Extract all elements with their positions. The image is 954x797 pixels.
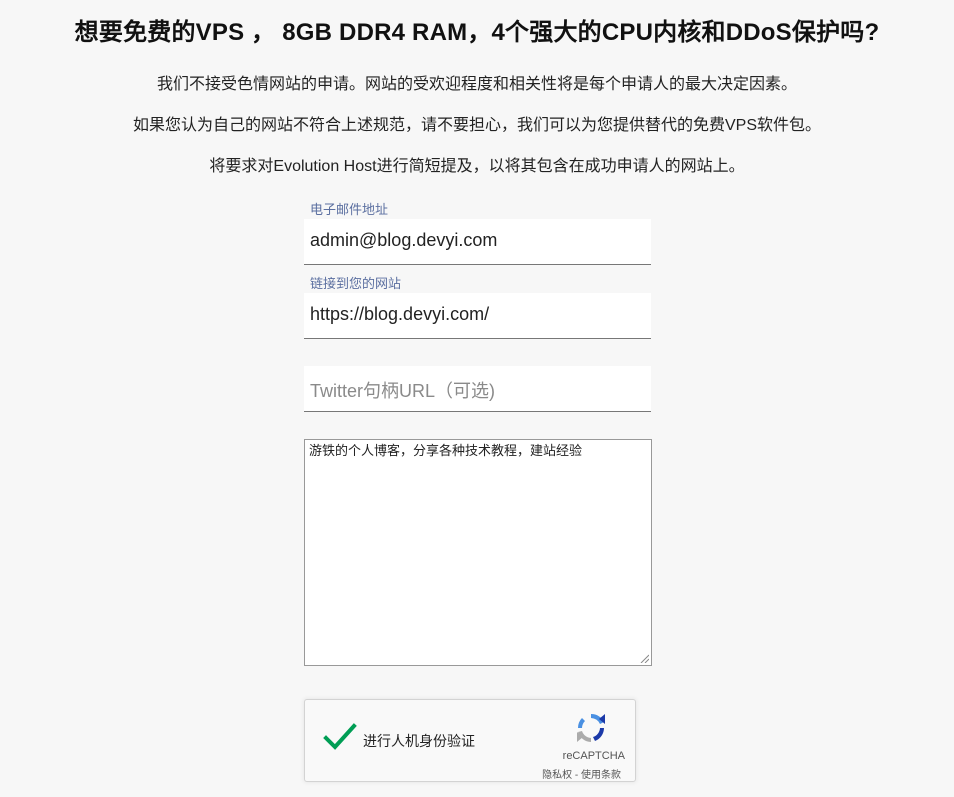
- page-title: 想要免费的VPS ， 8GB DDR4 RAM，4个强大的CPU内核和DDoS保…: [74, 19, 880, 46]
- website-field[interactable]: https://blog.devyi.com/: [304, 293, 651, 339]
- website-value: https://blog.devyi.com/: [310, 304, 490, 324]
- intro-line-3: 将要求对Evolution Host进行简短提及，以将其包含在成功申请人的网站上…: [209, 158, 745, 175]
- email-field[interactable]: admin@blog.devyi.com: [304, 219, 651, 265]
- intro-line-2: 如果您认为自己的网站不符合上述规范，请不要担心，我们可以为您提供替代的免费VPS…: [132, 117, 822, 134]
- checkmark-icon[interactable]: [323, 722, 357, 752]
- recaptcha-widget: 进行人机身份验证 reCAPTCHA 隐私权 - 使用条款: [304, 699, 636, 782]
- twitter-url-field[interactable]: Twitter句柄URL（可选): [304, 366, 651, 412]
- terms-link[interactable]: 使用条款: [581, 770, 621, 781]
- privacy-link[interactable]: 隐私权: [542, 770, 572, 781]
- page: 想要免费的VPS ， 8GB DDR4 RAM，4个强大的CPU内核和DDoS保…: [0, 0, 954, 797]
- resize-handle-icon[interactable]: [640, 654, 649, 663]
- recaptcha-brand: reCAPTCHA: [562, 750, 625, 762]
- email-label: 电子邮件地址: [310, 202, 389, 217]
- website-label: 链接到您的网站: [310, 276, 402, 291]
- twitter-url-placeholder: Twitter句柄URL（可选): [310, 381, 496, 401]
- email-value: admin@blog.devyi.com: [310, 230, 498, 250]
- description-textarea[interactable]: 游铁的个人博客，分享各种技术教程，建站经验: [304, 439, 652, 666]
- description-value: 游铁的个人博客，分享各种技术教程，建站经验: [309, 444, 583, 459]
- recaptcha-links: 隐私权 - 使用条款: [542, 766, 621, 781]
- recaptcha-label: 进行人机身份验证: [363, 733, 475, 749]
- intro-line-1: 我们不接受色情网站的申请。网站的受欢迎程度和相关性将是每个申请人的最大决定因素。: [156, 76, 797, 93]
- links-separator: -: [572, 770, 581, 781]
- recaptcha-logo-icon: [577, 713, 605, 742]
